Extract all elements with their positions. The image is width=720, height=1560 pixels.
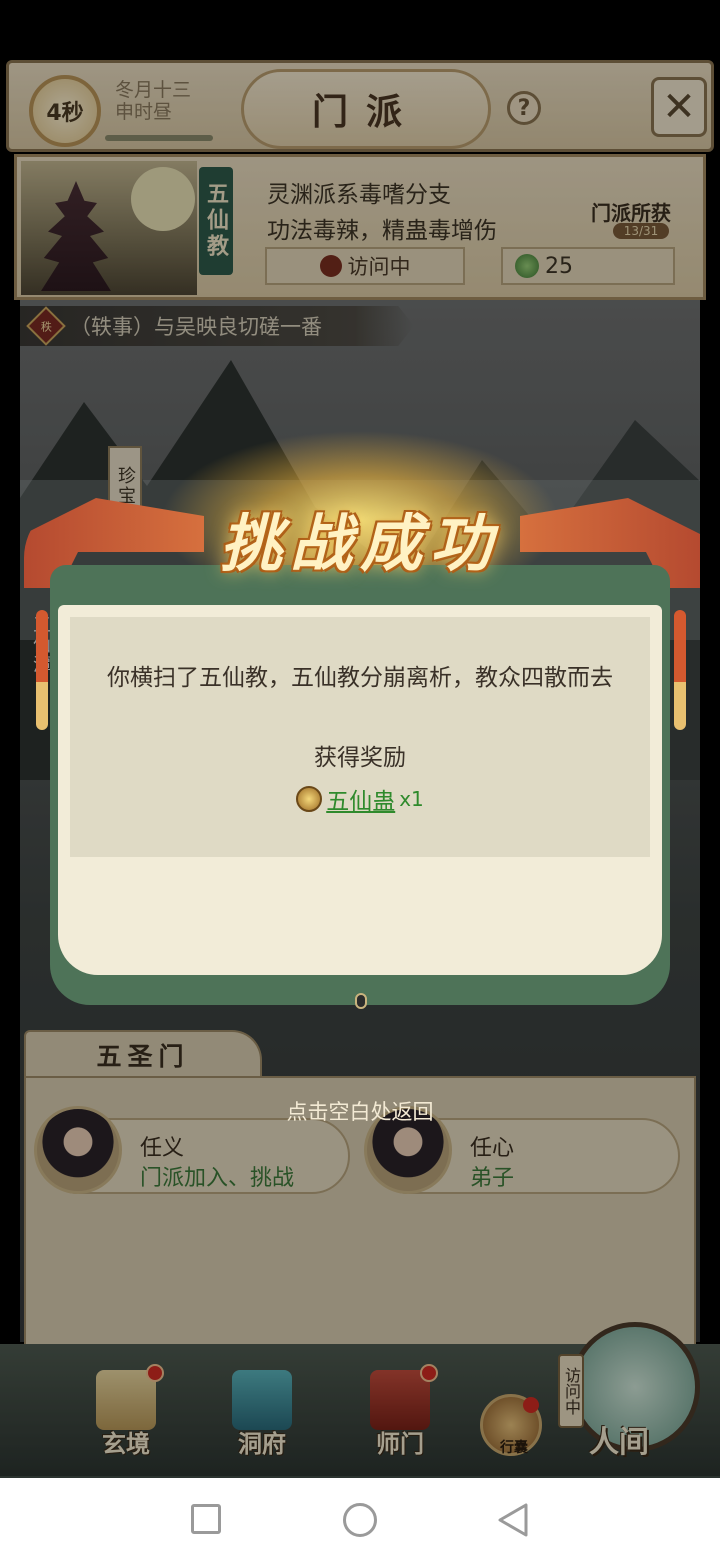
reward-title: 获得奖励 [314, 745, 406, 771]
home-icon[interactable] [343, 1503, 377, 1537]
tassel-right [674, 610, 686, 730]
tassel-left [36, 610, 48, 730]
recent-apps-icon[interactable] [191, 1504, 221, 1534]
result-message: 你横扫了五仙教，五仙教分崩离析，教众四散而去 [107, 665, 613, 691]
status-bar [0, 0, 720, 60]
reward-item[interactable]: 五仙蛊 x1 [86, 782, 634, 816]
dialog-title: 挑战成功 [219, 507, 500, 580]
reward-quantity: x1 [399, 787, 424, 811]
reward-name-link[interactable]: 五仙蛊 [326, 782, 395, 816]
scroll-knob [355, 993, 367, 1009]
tap-to-return-hint: 点击空白处返回 [286, 1100, 434, 1124]
back-icon[interactable] [496, 1502, 530, 1538]
scroll-text-area [70, 617, 650, 857]
gu-insect-icon [296, 786, 323, 812]
